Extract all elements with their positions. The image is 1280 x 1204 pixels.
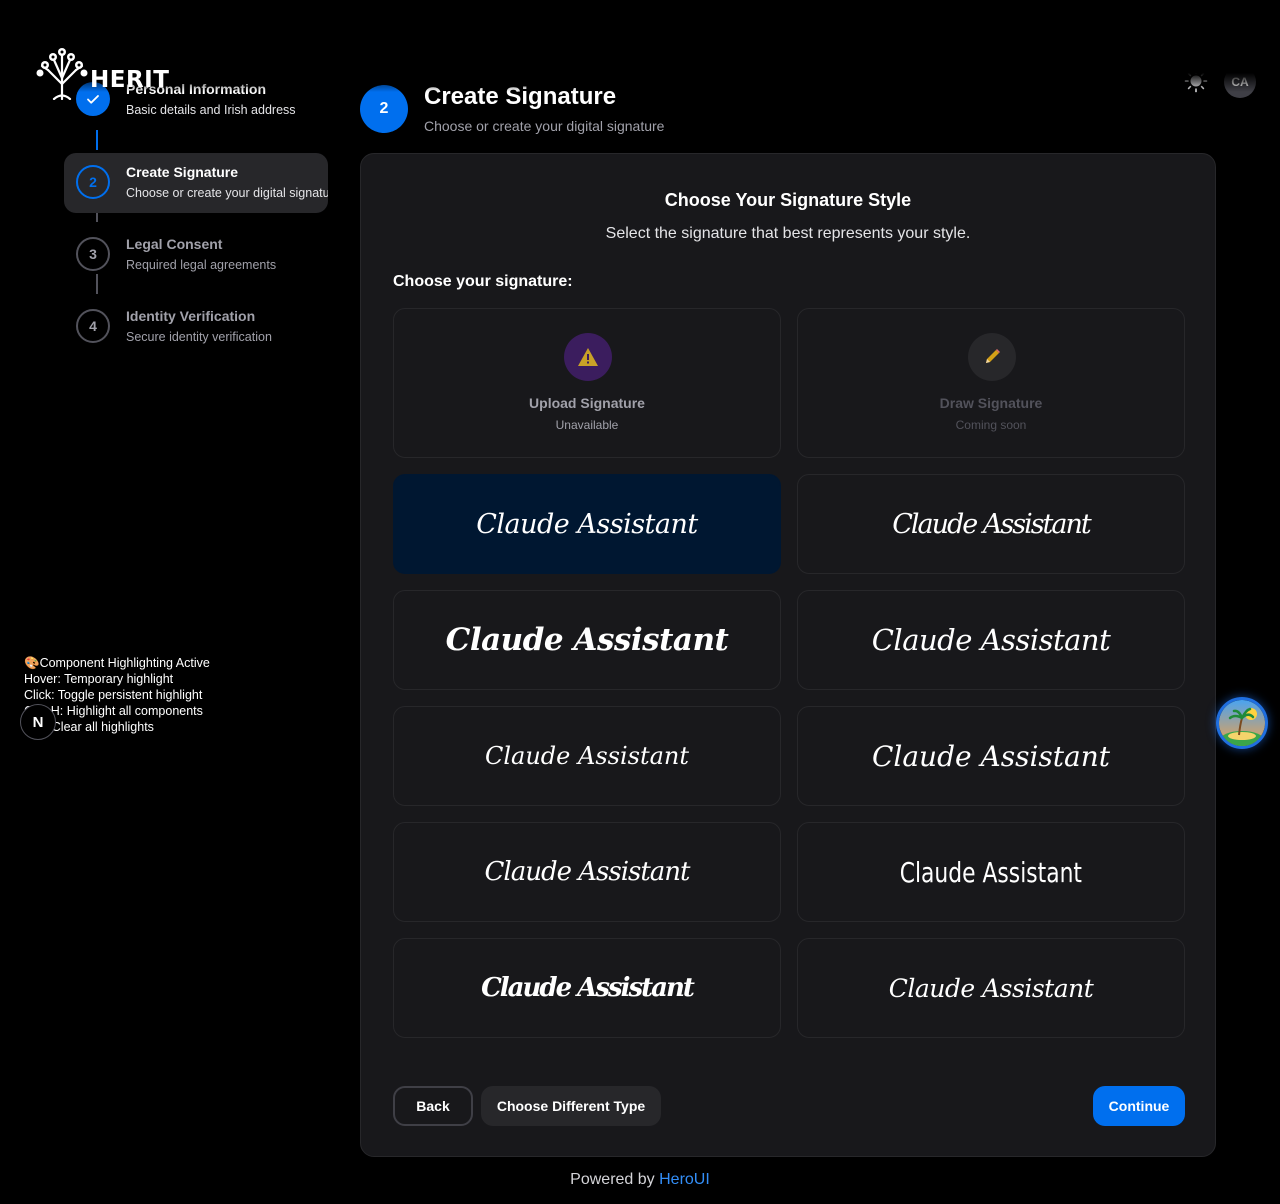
option-title: Draw Signature [939,395,1043,411]
signature-option-1[interactable]: Claude Assistant [393,474,781,574]
signature-text: Claude Assistant [481,973,695,1003]
powered-by-footer: Powered by HeroUI [0,1171,1280,1189]
signature-text: Claude Assistant [484,857,690,887]
help-line: 🎨Component Highlighting Active [24,656,210,670]
brand-name: HERIT [90,67,170,93]
user-avatar[interactable]: CA [1224,66,1256,98]
choose-different-type-button[interactable]: Choose Different Type [481,1086,661,1126]
step-legal-consent[interactable]: 3 Legal Consent Required legal agreement… [64,225,328,285]
signature-option-9[interactable]: Claude Assistant [393,938,781,1038]
upload-signature-option[interactable]: Upload Signature Unavailable [393,308,781,458]
signature-option-8[interactable]: Claude Assistant [797,822,1185,922]
signature-text: Claude Assistant [445,622,729,658]
help-line: Click: Toggle persistent highlight [24,688,203,702]
card-title: Choose Your Signature Style [664,190,912,210]
signature-option-3[interactable]: Claude Assistant [393,590,781,690]
step-description: Secure identity verification [126,330,272,344]
step-connector [96,130,98,150]
signature-option-6[interactable]: Claude Assistant [797,706,1185,806]
step-number: 4 [76,309,110,343]
signature-card: Choose Your Signature Style Select the s… [360,153,1216,1157]
step-number: 2 [76,165,110,199]
page-subtitle: Choose or create your digital signature [424,118,665,134]
continue-button[interactable]: Continue [1093,1086,1185,1126]
tree-logo-icon [36,48,88,100]
step-description: Required legal agreements [126,258,277,272]
step-title: Legal Consent [126,236,223,252]
signature-text: Claude Assistant [871,739,1110,773]
main-title-container: Create Signature [424,80,724,112]
signature-text: Claude Assistant [899,855,1083,889]
step-title: Identity Verification [126,308,256,324]
warning-icon [564,333,612,381]
powered-by-label: Powered by [570,1171,655,1188]
signature-text: Claude Assistant [484,742,689,770]
signature-text: Claude Assistant [888,973,1094,1003]
step-title: Create Signature [126,164,239,180]
option-status: Coming soon [955,418,1027,432]
page-title: Create Signature [424,83,617,110]
card-subtitle: Select the signature that best represent… [605,225,971,242]
signature-text: Claude Assistant [871,623,1111,657]
current-step-badge: 2 [360,85,408,133]
step-description: Basic details and Irish address [126,103,296,117]
progress-stepper: Personal Information Basic details and I… [64,80,328,360]
signature-option-10[interactable]: Claude Assistant [797,938,1185,1038]
choose-signature-label: Choose your signature: [393,273,573,290]
help-line: Hover: Temporary highlight [24,672,174,686]
signature-option-5[interactable]: Claude Assistant [393,706,781,806]
option-status: Unavailable [555,418,619,432]
signature-option-4[interactable]: Claude Assistant [797,590,1185,690]
step-create-signature[interactable]: 2 Create Signature Choose or create your… [64,153,328,213]
sun-icon [1184,69,1208,93]
heroui-link[interactable]: HeroUI [659,1171,710,1188]
signature-text: Claude Assistant [476,508,698,540]
pencil-icon [968,333,1016,381]
signature-text: Claude Assistant [892,508,1092,540]
signature-option-7[interactable]: Claude Assistant [393,822,781,922]
herit-logo[interactable]: HERIT [36,46,169,100]
step-identity-verification[interactable]: 4 Identity Verification Secure identity … [64,297,328,357]
option-title: Upload Signature [529,395,645,411]
signature-option-2[interactable]: Claude Assistant [797,474,1185,574]
floating-assistant-button[interactable] [1216,697,1268,749]
step-description: Choose or create your digital signature [126,186,328,200]
draw-signature-option[interactable]: Draw Signature Coming soon [797,308,1185,458]
step-number: 3 [76,237,110,271]
back-button[interactable]: Back [393,1086,473,1126]
beach-island-icon [1219,700,1265,746]
theme-toggle-button[interactable] [1182,67,1210,95]
nextjs-dev-badge[interactable]: N [20,704,56,740]
